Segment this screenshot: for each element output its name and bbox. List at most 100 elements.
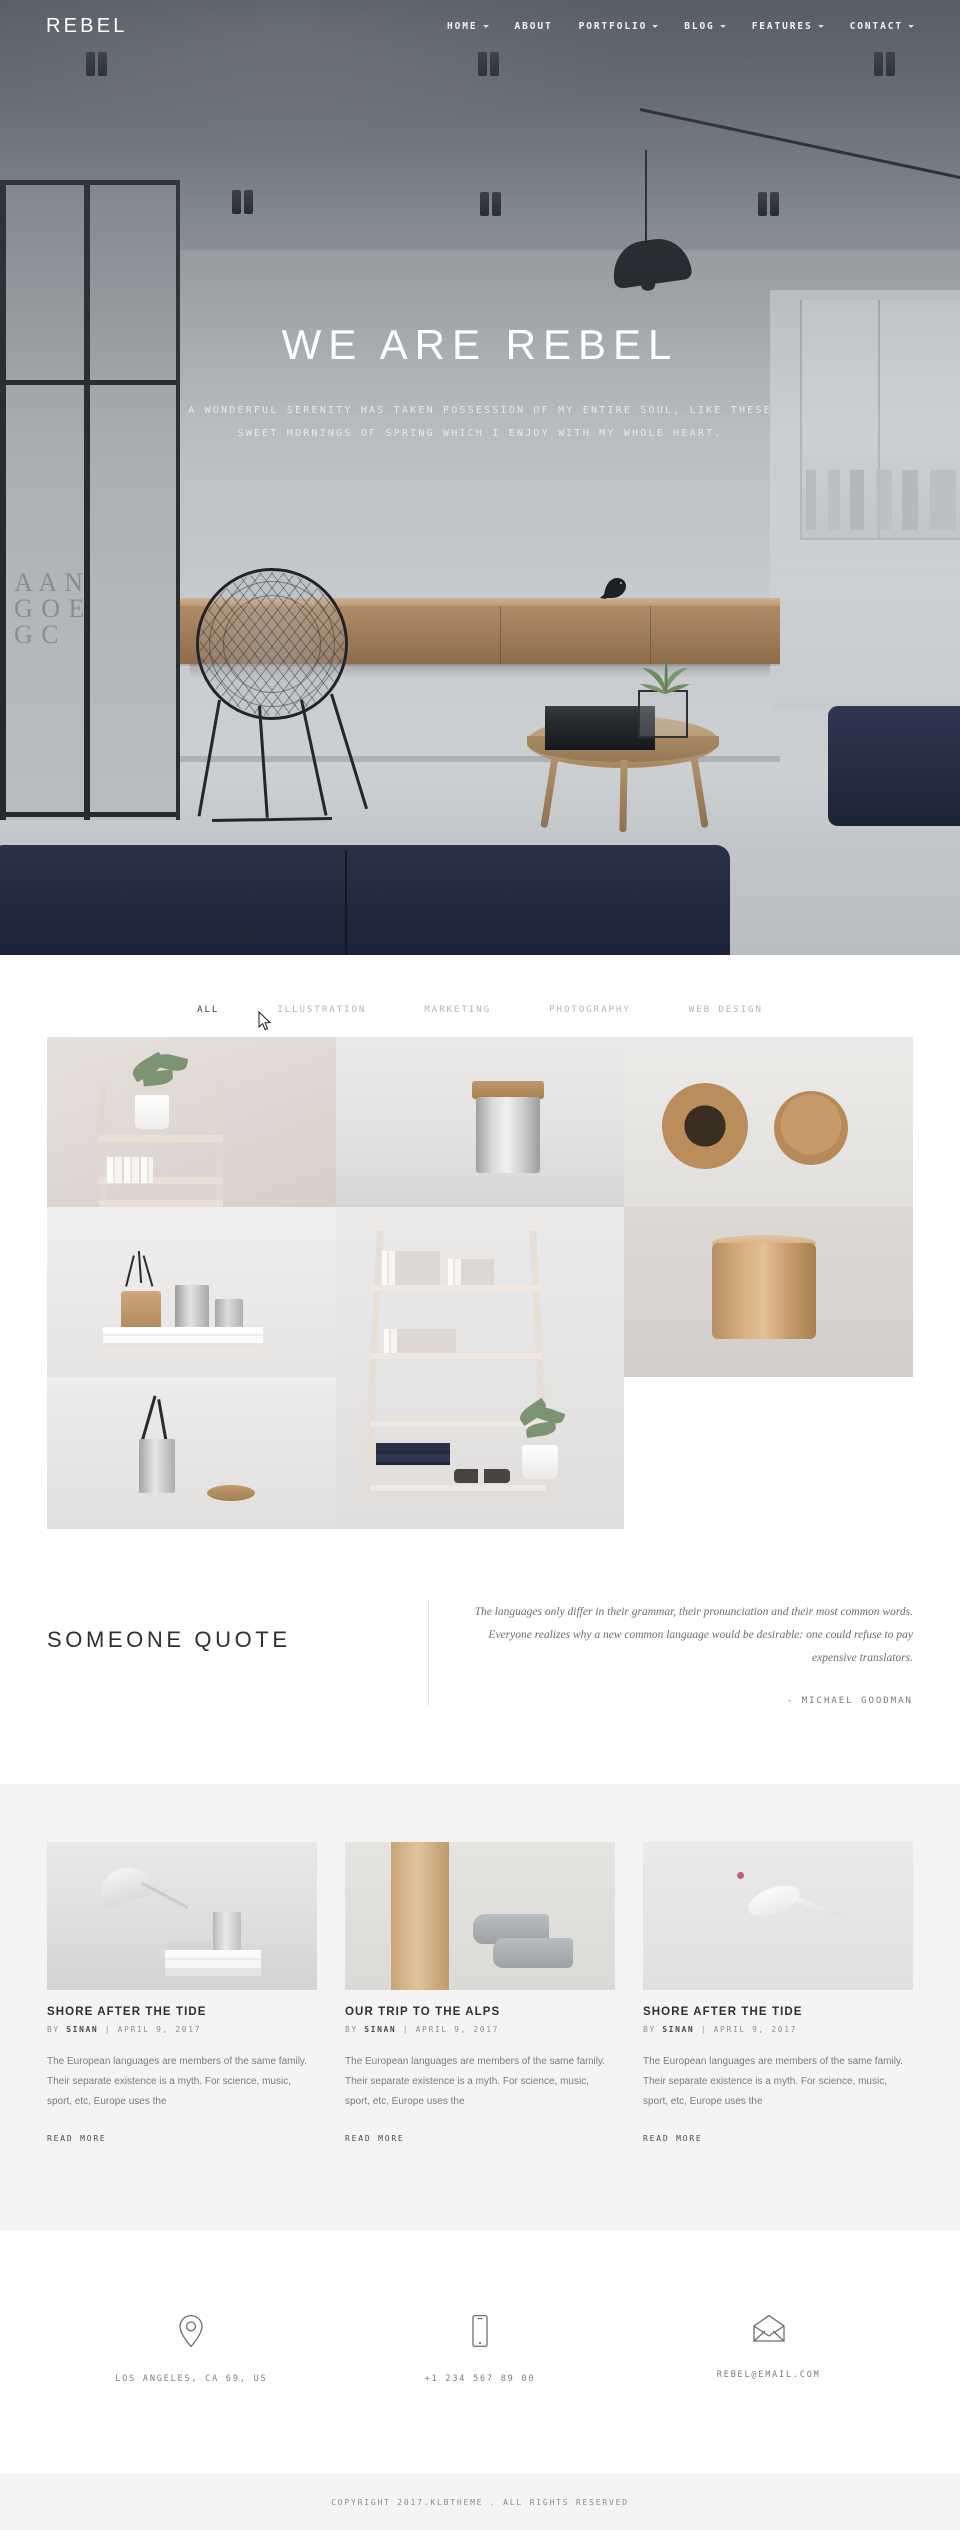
pen-cup — [213, 1912, 241, 1950]
wooden-cup — [121, 1291, 161, 1329]
nav-item-contact[interactable]: CONTACT — [850, 21, 914, 32]
site-footer: COPYRIGHT 2017.KLBTHEME . ALL RIGHTS RES… — [0, 2474, 960, 2530]
page-root: A A NG O EG C — [0, 0, 960, 2530]
sneaker — [493, 1938, 573, 1968]
post-author[interactable]: SINAN — [364, 2025, 396, 2034]
brush-holder — [139, 1439, 175, 1493]
post-meta: BY SINAN | APRIL 9, 2017 — [345, 2025, 615, 2034]
chevron-down-icon — [482, 25, 489, 28]
white-pot — [135, 1095, 169, 1129]
book-stack — [103, 1327, 263, 1347]
small-steel-cup — [215, 1299, 243, 1329]
post-author[interactable]: SINAN — [662, 2025, 694, 2034]
portfolio-item-7[interactable] — [47, 1377, 336, 1529]
desk-lamp-arm — [141, 1881, 189, 1910]
nav-label: CONTACT — [849, 20, 903, 32]
portfolio-item-4[interactable] — [47, 1207, 336, 1377]
post-thumbnail[interactable] — [643, 1842, 913, 1990]
nav-label: BLOG — [684, 20, 715, 32]
contact-email: REBEL@EMAIL.COM — [624, 2314, 913, 2384]
nav-item-features[interactable]: FEATURES — [752, 21, 824, 32]
post-meta: BY SINAN | APRIL 9, 2017 — [643, 2025, 913, 2034]
read-more-link[interactable]: READ MORE — [643, 2134, 703, 2143]
ceramic-spoon-handle — [789, 1894, 843, 1919]
portfolio-item-3[interactable] — [624, 1037, 913, 1207]
contact-phone-text[interactable]: +1 234 567 89 00 — [425, 2374, 536, 2384]
wooden-bowl-light — [774, 1091, 849, 1165]
contact-phone: +1 234 567 89 00 — [336, 2314, 625, 2384]
post-excerpt: The European languages are members of th… — [345, 2056, 605, 2107]
post-meta-by: BY — [47, 2025, 60, 2034]
nav-item-home[interactable]: HOME — [447, 20, 489, 32]
filter-photography[interactable]: PHOTOGRAPHY — [549, 1005, 631, 1015]
filter-all[interactable]: ALL — [197, 1005, 219, 1015]
portfolio-grid — [47, 1037, 913, 1529]
read-more-link[interactable]: READ MORE — [47, 2134, 107, 2143]
wooden-disc — [207, 1485, 255, 1501]
hero-subtitle: A WONDERFUL SERENITY HAS TAKEN POSSESSIO… — [188, 399, 772, 445]
post-thumbnail[interactable] — [345, 1842, 615, 1990]
post-author[interactable]: SINAN — [66, 2025, 98, 2034]
contact-section: LOS ANGELES, CA 69, US +1 234 567 89 00 … — [0, 2230, 960, 2474]
post-meta-by: BY — [643, 2025, 656, 2034]
post-title[interactable]: OUR TRIP TO THE ALPS — [345, 2006, 615, 2018]
pink-dot — [737, 1872, 744, 1879]
nav-label: HOME — [447, 20, 478, 32]
post-meta: BY SINAN | APRIL 9, 2017 — [47, 2025, 317, 2034]
portfolio-item-1[interactable] — [47, 1037, 336, 1207]
portfolio-item-6[interactable] — [624, 1207, 913, 1377]
post-title[interactable]: SHORE AFTER THE TIDE — [47, 2006, 317, 2018]
hero-section: A A NG O EG C — [0, 0, 960, 955]
nav-item-blog[interactable]: BLOG — [684, 20, 726, 32]
portfolio-filter-bar: ALL ILLUSTRATION MARKETING PHOTOGRAPHY W… — [0, 987, 960, 1037]
post-excerpt: The European languages are members of th… — [47, 2056, 307, 2107]
portfolio-section: ALL ILLUSTRATION MARKETING PHOTOGRAPHY W… — [0, 955, 960, 1529]
shoes — [453, 1469, 510, 1483]
copyright-text: COPYRIGHT 2017.KLBTHEME . ALL RIGHTS RES… — [331, 2497, 629, 2507]
nav-item-portfolio[interactable]: PORTFOLIO — [579, 21, 659, 32]
quote-body-col: The languages only differ in their gramm… — [428, 1601, 913, 1706]
quote-heading-col: SOMEONE QUOTE — [47, 1601, 428, 1653]
contact-address-text: LOS ANGELES, CA 69, US — [115, 2374, 268, 2384]
chevron-down-icon — [908, 25, 914, 28]
chevron-down-icon — [652, 25, 659, 28]
blog-list: SHORE AFTER THE TIDE BY SINAN | APRIL 9,… — [47, 1842, 913, 2146]
main-navigation: HOME ABOUT PORTFOLIO BLOG FEATURES CONTA… — [447, 21, 914, 32]
books — [107, 1157, 153, 1183]
wooden-cylinder — [712, 1243, 817, 1339]
read-more-link[interactable]: READ MORE — [345, 2134, 405, 2143]
site-logo[interactable]: REBEL — [46, 15, 128, 38]
steel-canister — [475, 1097, 540, 1173]
filter-web-design[interactable]: WEB DESIGN — [689, 1005, 763, 1015]
contact-email-text[interactable]: REBEL@EMAIL.COM — [717, 2370, 821, 2380]
post-meta-separator: | — [700, 2025, 708, 2034]
hero-subtitle-line-2: SWEET MORNINGS OF SPRING WHICH I ENJOY W… — [237, 427, 723, 439]
quote-text: The languages only differ in their gramm… — [474, 1606, 913, 1664]
post-meta-by: BY — [345, 2025, 358, 2034]
mouse-cursor-icon — [258, 1011, 272, 1031]
hero-title: WE ARE REBEL — [281, 320, 679, 368]
wooden-beam — [391, 1842, 449, 1990]
portfolio-item-5[interactable] — [335, 1207, 625, 1529]
blog-post-card[interactable]: SHORE AFTER THE TIDE BY SINAN | APRIL 9,… — [643, 1842, 913, 2146]
post-date: APRIL 9, 2017 — [713, 2025, 798, 2034]
steel-cup — [175, 1285, 209, 1329]
post-date: APRIL 9, 2017 — [117, 2025, 202, 2034]
contact-address: LOS ANGELES, CA 69, US — [47, 2314, 336, 2384]
white-planter — [521, 1445, 558, 1479]
post-title[interactable]: SHORE AFTER THE TIDE — [643, 2006, 913, 2018]
chevron-down-icon — [817, 25, 824, 28]
blog-post-card[interactable]: SHORE AFTER THE TIDE BY SINAN | APRIL 9,… — [47, 1842, 317, 2146]
post-thumbnail[interactable] — [47, 1842, 317, 1990]
blog-post-card[interactable]: OUR TRIP TO THE ALPS BY SINAN | APRIL 9,… — [345, 1842, 615, 2146]
portfolio-item-2[interactable] — [335, 1037, 625, 1207]
post-meta-separator: | — [402, 2025, 410, 2034]
filter-illustration[interactable]: ILLUSTRATION — [277, 1005, 366, 1015]
map-pin-icon — [179, 2314, 203, 2348]
site-header: REBEL HOME ABOUT PORTFOLIO BLOG FEATURES… — [0, 0, 960, 52]
wooden-bowl-dark — [662, 1083, 749, 1169]
hero-subtitle-line-1: A WONDERFUL SERENITY HAS TAKEN POSSESSIO… — [188, 404, 772, 416]
filter-marketing[interactable]: MARKETING — [424, 1005, 491, 1015]
quote-section: SOMEONE QUOTE The languages only differ … — [0, 1529, 960, 1784]
nav-item-about[interactable]: ABOUT — [515, 21, 553, 32]
